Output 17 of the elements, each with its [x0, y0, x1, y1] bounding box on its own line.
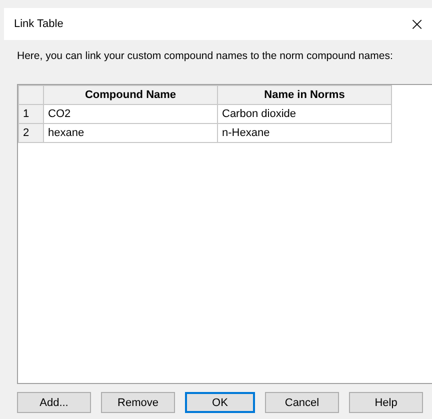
table-cell[interactable]: n-Hexane [218, 124, 392, 142]
corner-header [18, 86, 44, 104]
dialog-button[interactable]: Cancel [265, 392, 339, 413]
dialog-button[interactable]: Add... [17, 392, 91, 413]
dialog-button[interactable]: Help [349, 392, 423, 413]
row-number: 2 [18, 124, 44, 142]
dialog-button[interactable]: Remove [101, 392, 175, 413]
window-title: Link Table [14, 18, 64, 30]
column-header[interactable]: Compound Name [44, 86, 218, 104]
close-button[interactable]: × [402, 9, 432, 39]
table-cell[interactable]: hexane [44, 124, 218, 142]
dialog-button[interactable]: OK [185, 392, 255, 413]
table-cell[interactable]: CO2 [44, 104, 218, 124]
table-cell[interactable]: Carbon dioxide [218, 104, 392, 124]
column-header[interactable]: Name in Norms [218, 86, 392, 104]
instruction-text: Here, you can link your custom compound names to the norm compound names: [17, 50, 394, 62]
row-number: 1 [18, 104, 44, 124]
